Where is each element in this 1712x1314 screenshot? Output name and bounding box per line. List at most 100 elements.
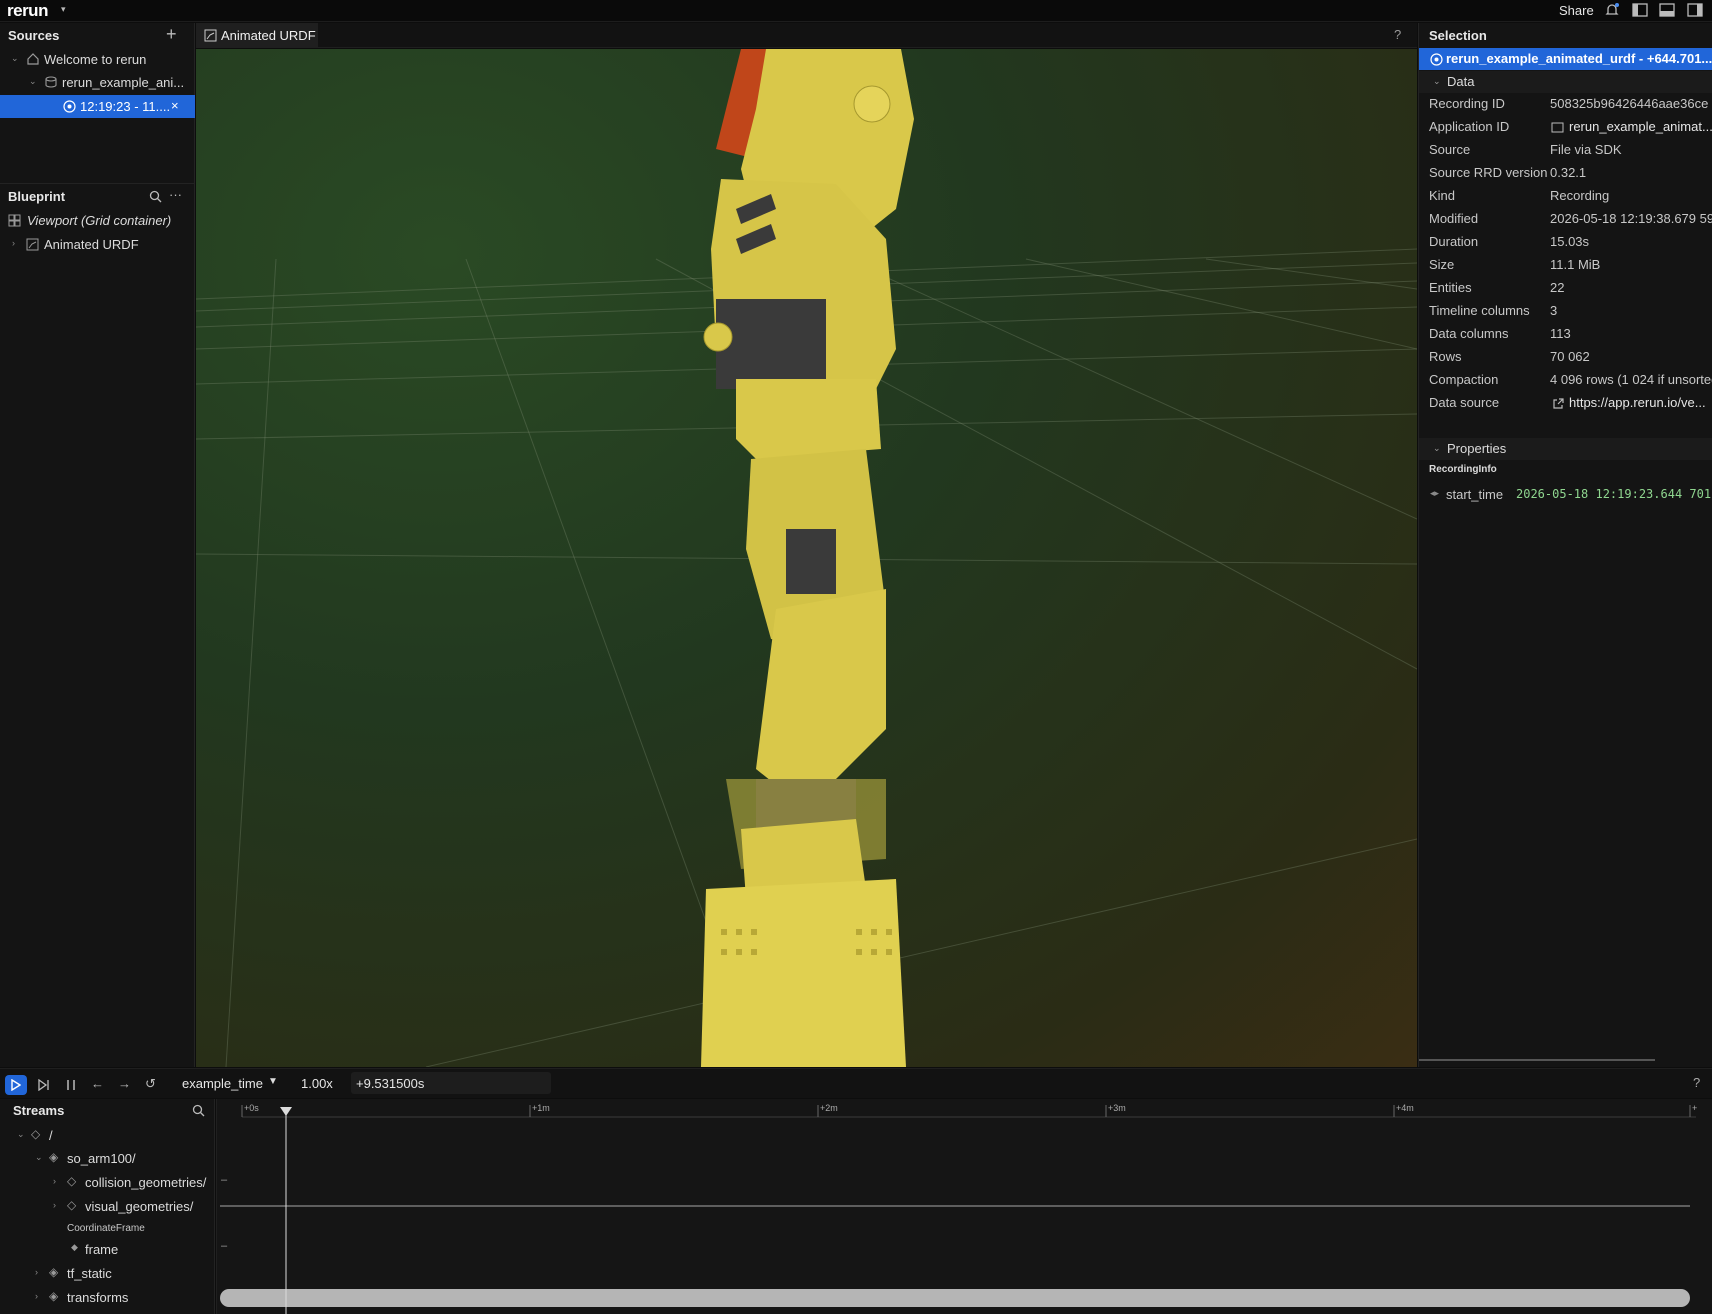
chevron-right-icon[interactable]: › bbox=[12, 238, 15, 248]
stream-item-label: collision_geometries/ bbox=[85, 1175, 207, 1190]
horizontal-scrollbar[interactable] bbox=[1419, 1059, 1655, 1061]
kv-row: Source File via SDK bbox=[1419, 139, 1712, 162]
chevron-right-icon[interactable]: › bbox=[35, 1267, 38, 1277]
top-bar: rerun ▾ Share bbox=[0, 0, 1712, 22]
database-icon bbox=[45, 76, 57, 88]
chevron-right-icon[interactable]: › bbox=[53, 1200, 56, 1210]
time-icon: ◂▸ bbox=[1430, 488, 1440, 498]
timeline-tracks[interactable]: – – +0s +1m +2m +3m +4m + bbox=[216, 1099, 1712, 1314]
blueprint-item-label: Animated URDF bbox=[44, 237, 139, 252]
streams-title: Streams bbox=[13, 1103, 65, 1118]
left-panel-toggle-icon[interactable] bbox=[1632, 3, 1648, 17]
stream-item-frame[interactable]: ◆ frame bbox=[0, 1238, 215, 1261]
pause-icon bbox=[67, 1080, 75, 1090]
stream-item-transforms[interactable]: › ◈ transforms bbox=[0, 1286, 215, 1309]
more-options-icon[interactable]: ··· bbox=[169, 187, 182, 202]
data-source-link[interactable]: https://app.rerun.io/ve... bbox=[1569, 395, 1706, 410]
tab-label: Animated URDF bbox=[221, 28, 316, 43]
kv-value[interactable]: rerun_example_animat... bbox=[1569, 119, 1712, 134]
component-group-label: CoordinateFrame bbox=[67, 1223, 145, 1234]
kv-key: Application ID bbox=[1429, 119, 1510, 134]
viewport-tab-bar: Animated URDF ? bbox=[196, 23, 1417, 48]
chevron-right-icon[interactable]: › bbox=[35, 1291, 38, 1301]
3d-viewport[interactable] bbox=[196, 49, 1417, 1067]
stream-item-so-arm100[interactable]: ⌄ ◈ so_arm100/ bbox=[0, 1147, 215, 1170]
kv-key: Duration bbox=[1429, 234, 1479, 249]
current-time-field[interactable]: +9.531500s bbox=[351, 1072, 551, 1094]
step-back-button[interactable]: ← bbox=[86, 1075, 108, 1095]
divider bbox=[0, 183, 195, 184]
rerun-logo[interactable]: rerun bbox=[7, 1, 48, 21]
chevron-right-icon[interactable]: › bbox=[53, 1176, 56, 1186]
entity-icon: ◈ bbox=[49, 1150, 59, 1164]
entity-icon: ◇ bbox=[31, 1127, 41, 1141]
bell-icon[interactable] bbox=[1604, 3, 1620, 17]
chevron-down-icon[interactable]: ▾ bbox=[61, 4, 66, 15]
arrow-left-icon: ← bbox=[91, 1076, 104, 1091]
blueprint-item-label: Viewport (Grid container) bbox=[27, 213, 172, 228]
right-panel-toggle-icon[interactable] bbox=[1687, 3, 1703, 17]
start-time-row: ◂▸ start_time 2026-05-18 12:19:23.644 70… bbox=[1419, 484, 1712, 507]
kv-value: 15.03s bbox=[1550, 234, 1590, 249]
stream-item-label: tf_static bbox=[67, 1266, 112, 1281]
blueprint-item-animated-urdf[interactable]: › Animated URDF bbox=[0, 233, 195, 256]
kv-row: Size 11.1 MiB bbox=[1419, 254, 1712, 277]
bottom-panel-toggle-icon[interactable] bbox=[1659, 3, 1675, 17]
kv-row: Entities 22 bbox=[1419, 277, 1712, 300]
play-button[interactable] bbox=[5, 1075, 27, 1095]
stream-item-label: / bbox=[49, 1128, 53, 1143]
search-icon[interactable] bbox=[149, 190, 162, 203]
data-density-bar[interactable] bbox=[220, 1289, 1690, 1307]
recording-info-label: RecordingInfo bbox=[1429, 464, 1497, 475]
chevron-down-icon[interactable]: ⌄ bbox=[35, 1152, 43, 1163]
step-next-button[interactable]: → bbox=[113, 1075, 135, 1095]
chevron-down-icon[interactable]: ⌄ bbox=[11, 53, 19, 64]
source-item-recording[interactable]: 12:19:23 - 11.... × bbox=[0, 95, 195, 118]
kv-value: 2026-05-18 12:19:38.679 59 bbox=[1550, 211, 1712, 226]
timeline-selector[interactable]: example_time bbox=[182, 1076, 263, 1091]
scene-canvas[interactable] bbox=[196, 49, 1417, 1067]
help-icon[interactable]: ? bbox=[1693, 1075, 1700, 1090]
loop-button[interactable]: ↺ bbox=[140, 1075, 162, 1095]
time-ruler[interactable]: – – bbox=[216, 1099, 1712, 1314]
close-icon[interactable]: × bbox=[171, 98, 179, 113]
stream-item-label: frame bbox=[85, 1242, 119, 1257]
kv-row: Application ID rerun_example_animat... bbox=[1419, 116, 1712, 139]
share-button[interactable]: Share bbox=[1559, 3, 1594, 18]
playback-speed[interactable]: 1.00x bbox=[301, 1076, 333, 1091]
step-forward-button[interactable] bbox=[32, 1075, 54, 1095]
kv-row: Data columns 113 bbox=[1419, 323, 1712, 346]
stream-item-tf-static[interactable]: › ◈ tf_static bbox=[0, 1262, 215, 1285]
chevron-down-icon[interactable]: ⌄ bbox=[1433, 76, 1441, 87]
chevron-down-icon[interactable]: ⌄ bbox=[29, 76, 37, 87]
stream-item-root[interactable]: ⌄ ◇ / bbox=[0, 1124, 215, 1147]
source-item-app[interactable]: ⌄ rerun_example_ani... bbox=[0, 71, 195, 94]
help-icon[interactable]: ? bbox=[1394, 27, 1401, 42]
stream-item-collision[interactable]: › ◇ collision_geometries/ bbox=[0, 1171, 215, 1194]
kv-row: Kind Recording bbox=[1419, 185, 1712, 208]
pause-button[interactable] bbox=[59, 1075, 81, 1095]
kv-value[interactable]: 508325b96426446aae36ce bbox=[1550, 96, 1708, 111]
chevron-down-icon[interactable]: ⌄ bbox=[17, 1129, 25, 1140]
blueprint-item-viewport[interactable]: Viewport (Grid container) bbox=[0, 209, 195, 232]
selected-item[interactable]: rerun_example_animated_urdf - +644.701..… bbox=[1419, 48, 1712, 70]
tab-animated-urdf[interactable]: Animated URDF bbox=[196, 23, 318, 48]
data-row-marker: – bbox=[221, 1240, 228, 1252]
chevron-down-icon[interactable]: ⌄ bbox=[1433, 443, 1441, 454]
kv-value: 4 096 rows (1 024 if unsorted bbox=[1550, 372, 1712, 387]
search-icon[interactable] bbox=[192, 1104, 205, 1117]
data-section-header[interactable]: ⌄ Data bbox=[1419, 71, 1712, 93]
properties-section-header[interactable]: ⌄ Properties bbox=[1419, 438, 1712, 460]
tick-label: +2m bbox=[820, 1103, 838, 1113]
selection-panel: Selection rerun_example_animated_urdf - … bbox=[1418, 23, 1712, 1067]
kv-row: Recording ID 508325b96426446aae36ce bbox=[1419, 93, 1712, 116]
kv-key: Compaction bbox=[1429, 372, 1499, 387]
time-cursor-handle[interactable] bbox=[280, 1107, 292, 1116]
kv-row: Data source https://app.rerun.io/ve... bbox=[1419, 392, 1712, 415]
dropdown-arrow-icon[interactable]: ▼ bbox=[268, 1076, 278, 1087]
stream-item-label: so_arm100/ bbox=[67, 1151, 136, 1166]
source-item-welcome[interactable]: ⌄ Welcome to rerun bbox=[0, 48, 195, 71]
stream-item-visual[interactable]: › ◇ visual_geometries/ bbox=[0, 1195, 215, 1218]
add-source-icon[interactable]: + bbox=[166, 24, 177, 45]
kv-value: 3 bbox=[1550, 303, 1558, 318]
